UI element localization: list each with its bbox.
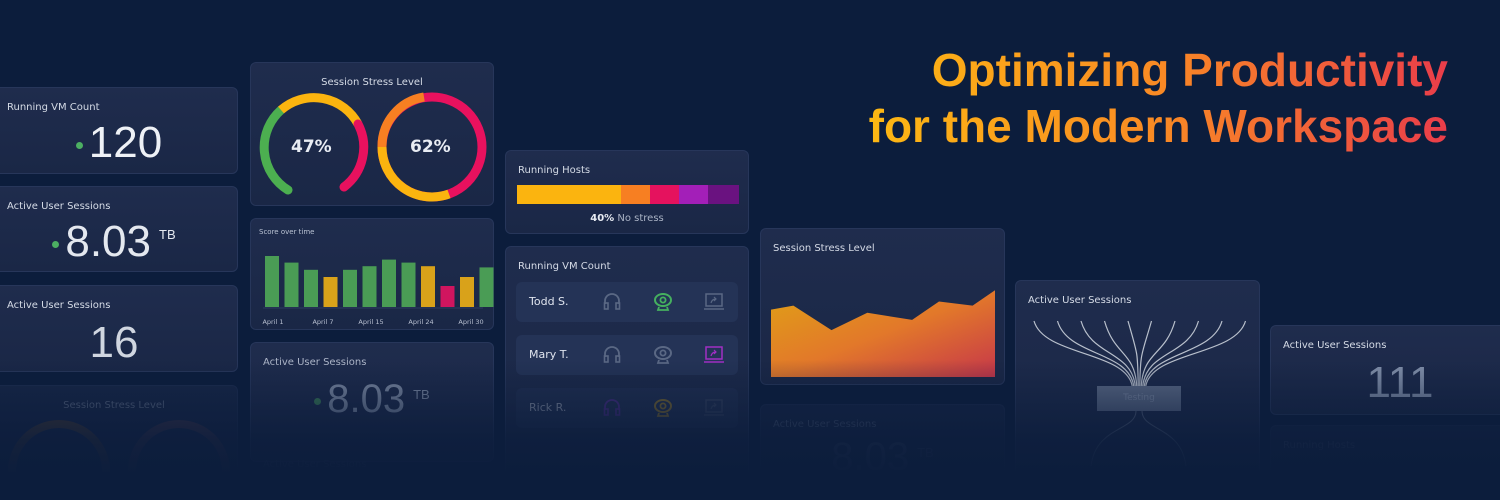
headphones-icon[interactable] bbox=[602, 345, 622, 365]
headline-line-1: Optimizing Productivity bbox=[931, 44, 1448, 96]
faded-gauges bbox=[8, 420, 230, 496]
stress-area-card: Session Stress Level bbox=[760, 228, 1005, 385]
sessions-16-value: 16 bbox=[89, 318, 139, 367]
bar bbox=[382, 259, 396, 307]
vm-list-row[interactable]: Mary T. bbox=[516, 335, 738, 375]
gauges bbox=[259, 92, 487, 202]
sankey-node: Testing bbox=[1097, 386, 1181, 411]
vm-list-row[interactable]: Rick R. bbox=[516, 388, 738, 428]
bar bbox=[284, 262, 299, 307]
status-dot bbox=[314, 397, 322, 405]
score-bar-chart: April 1 April 7 April 15 April 24 April 30 bbox=[262, 256, 494, 326]
vm-count-card: Running VM Count 120 bbox=[0, 87, 238, 174]
x-tick-label: April 7 bbox=[312, 318, 333, 326]
bar bbox=[265, 256, 279, 307]
score-card: Score over time April 1 April 7 April 15 Ap… bbox=[250, 218, 494, 330]
stress-area bbox=[771, 290, 995, 377]
x-tick-label: April 1 bbox=[262, 318, 283, 326]
stress-segment bbox=[517, 185, 622, 204]
x-tick-label: April 24 bbox=[408, 318, 433, 326]
bar bbox=[401, 262, 416, 307]
screen-icon[interactable] bbox=[704, 345, 724, 365]
stress-bar bbox=[517, 185, 739, 204]
screen-icon[interactable] bbox=[704, 292, 724, 312]
stress-segment bbox=[707, 185, 739, 204]
stress-segment bbox=[679, 185, 708, 204]
gauge-value-1: 47% bbox=[291, 137, 332, 157]
card-title: Running Hosts bbox=[1283, 440, 1356, 451]
stress-area-chart bbox=[771, 290, 995, 377]
card-title: Active User Sessions bbox=[7, 201, 111, 212]
vm-list-row[interactable]: Todd S. bbox=[516, 282, 738, 322]
faded-title: Active User Sessions bbox=[263, 459, 367, 470]
status-dot bbox=[75, 141, 83, 149]
bar bbox=[343, 269, 357, 307]
status-dot bbox=[52, 240, 60, 248]
sessions-tb2-card: Active User Sessions 8.03 TB Active User … bbox=[250, 342, 494, 470]
card-title: Active User Sessions bbox=[7, 300, 111, 311]
sessions-111-card: Active User Sessions 111 bbox=[1270, 325, 1500, 415]
sankey-flow bbox=[1140, 320, 1176, 387]
stress-gauges-card: Session Stress Level 47% 62% bbox=[250, 62, 494, 206]
card-title: Active User Sessions bbox=[263, 357, 367, 368]
sessions-16-card: Active User Sessions 16 bbox=[0, 285, 238, 372]
bar bbox=[479, 267, 494, 307]
webcam-icon[interactable] bbox=[653, 398, 673, 418]
sankey-flow bbox=[1142, 320, 1200, 387]
card-title: Active User Sessions bbox=[1283, 340, 1387, 351]
webcam-icon[interactable] bbox=[653, 292, 673, 312]
sankey-flow bbox=[1090, 410, 1137, 467]
stress-summary: 40% No stress bbox=[590, 213, 664, 224]
card-title: Active User Sessions bbox=[773, 419, 877, 430]
sankey-flow bbox=[1145, 320, 1247, 387]
sankey-flow bbox=[1141, 410, 1187, 467]
stress-segment bbox=[650, 185, 680, 204]
vm-count-value: 120 bbox=[0, 118, 237, 168]
headphones-icon[interactable] bbox=[602, 292, 622, 312]
running-hosts-card: Running Hosts 40% No stress bbox=[505, 150, 749, 234]
sessions-tb-card: Active User Sessions 8.03 TB bbox=[0, 186, 238, 272]
headline-line-2: for the Modern Workspace bbox=[868, 100, 1448, 152]
headphones-icon[interactable] bbox=[602, 398, 622, 418]
user-name: Mary T. bbox=[529, 348, 569, 361]
sessions-tb2-value: 8.03 TB bbox=[251, 377, 493, 422]
hosts-faded-card: Running Hosts bbox=[1270, 425, 1500, 495]
bar bbox=[421, 266, 435, 307]
stress-segment bbox=[621, 185, 651, 204]
user-name: Todd S. bbox=[529, 295, 569, 308]
sankey-flow bbox=[1056, 320, 1135, 387]
sessions-tb-value: 8.03 TB bbox=[0, 217, 237, 267]
card-title: Session Stress Level bbox=[63, 400, 165, 411]
sessions-111-value: 111 bbox=[1366, 358, 1434, 407]
card-title: Running VM Count bbox=[7, 102, 100, 113]
card-title: Running Hosts bbox=[518, 165, 591, 176]
sankey-flow bbox=[1103, 320, 1138, 387]
sankey-flow bbox=[1033, 320, 1133, 387]
x-tick-label: April 15 bbox=[358, 318, 383, 326]
screen-icon[interactable] bbox=[704, 398, 724, 418]
bar bbox=[440, 286, 455, 307]
sankey-diagram bbox=[1033, 320, 1247, 467]
sessions-tb3-value: 8.03 TB bbox=[831, 435, 934, 479]
bar bbox=[323, 277, 338, 307]
vm-list-card: Running VM Count Todd S. Mary T. Rick R. bbox=[505, 246, 749, 476]
card-title: Running VM Count bbox=[518, 261, 611, 272]
headline: Optimizing Productivity for the Modern W… bbox=[869, 42, 1448, 154]
bar bbox=[362, 266, 377, 307]
bar bbox=[460, 277, 474, 307]
sankey-card: Active User Sessions Testing bbox=[1015, 280, 1260, 480]
card-title: Session Stress Level bbox=[773, 243, 875, 254]
webcam-icon[interactable] bbox=[653, 345, 673, 365]
gauge-value-2: 62% bbox=[410, 137, 451, 157]
user-name: Rick R. bbox=[529, 401, 567, 414]
stress-faded-card: Session Stress Level bbox=[0, 385, 238, 496]
sessions-tb3-card: Active User Sessions 8.03 TB bbox=[760, 404, 1005, 494]
x-tick-label: April 30 bbox=[458, 318, 483, 326]
bar bbox=[304, 269, 318, 307]
